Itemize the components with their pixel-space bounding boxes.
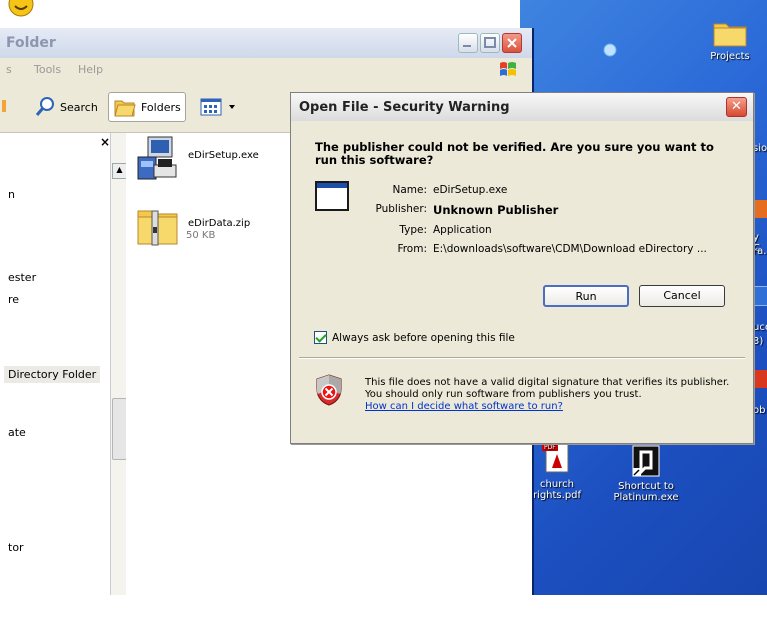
publisher-value: Unknown Publisher [433, 203, 559, 217]
file-item[interactable]: eDirData.zip 50 KB [136, 205, 252, 249]
dialog-separator [299, 357, 745, 359]
close-button[interactable] [502, 33, 522, 53]
info-label: From: [397, 243, 427, 255]
folder-tree-item[interactable]: tor [8, 541, 24, 554]
close-pane-button[interactable]: × [100, 135, 110, 149]
dialog-title: Open File - Security Warning [299, 100, 510, 115]
pdf-icon: PDF [542, 442, 569, 473]
menu-item-tools[interactable]: Tools [34, 63, 61, 76]
run-label: Run [575, 290, 597, 303]
application-icon [315, 181, 349, 211]
folders-icon [114, 100, 136, 117]
dialog-body: The publisher could not be verified. Are… [291, 121, 753, 357]
desktop-fragment: ra... [753, 246, 767, 257]
window-title: Folder [6, 35, 56, 51]
info-value: E:\downloads\software\CDM\Download eDire… [433, 243, 707, 255]
minimize-icon [463, 45, 471, 47]
platinum-app-icon [632, 445, 660, 477]
setup-exe-icon [137, 136, 177, 180]
dialog-question: The publisher could not be verified. Are… [315, 140, 714, 167]
security-shield-icon [316, 374, 342, 406]
desktop-icon-label: Shortcut to Platinum.exe [613, 481, 679, 503]
desktop-fragment: uce [753, 322, 767, 333]
folders-scrollbar[interactable]: ▲ [110, 133, 127, 595]
desktop-icon-platinum[interactable]: Shortcut to Platinum.exe [606, 444, 686, 503]
desktop-fragment: ob [753, 405, 766, 416]
folder-tree-item[interactable]: ester [8, 271, 36, 284]
file-name: eDirData.zip [188, 218, 251, 229]
maximize-icon [484, 37, 496, 48]
scroll-thumb[interactable] [112, 398, 127, 460]
close-icon: ✕ [731, 99, 742, 114]
menu-bar: s Tools Help [0, 58, 532, 83]
always-ask-label: Always ask before opening this file [332, 331, 515, 344]
folders-button[interactable]: Folders [108, 92, 186, 122]
close-icon [507, 38, 517, 48]
explorer-titlebar[interactable]: Folder [0, 28, 532, 58]
dialog-titlebar[interactable]: Open File - Security Warning ✕ [291, 93, 753, 122]
minimize-button[interactable] [458, 33, 478, 53]
menu-item-help[interactable]: Help [78, 63, 103, 76]
always-ask-row[interactable]: Always ask before opening this file [314, 331, 515, 344]
desktop-icon-label: Projects [710, 51, 750, 62]
folders-pane: × n ester re Directory Folder ate tor [0, 133, 111, 595]
cancel-label: Cancel [663, 289, 701, 302]
file-name: eDirSetup.exe [188, 150, 259, 161]
folders-label: Folders [141, 100, 181, 114]
toolbar-edge [2, 100, 6, 112]
info-value: eDirSetup.exe [433, 184, 508, 196]
cancel-button[interactable]: Cancel [639, 285, 725, 307]
svg-text:PDF: PDF [544, 444, 556, 451]
folder-tree-item[interactable]: re [8, 293, 19, 306]
search-button[interactable]: Search [30, 92, 102, 122]
run-button[interactable]: Run [543, 285, 629, 307]
info-label: Name: [392, 184, 427, 196]
always-ask-checkbox[interactable] [314, 331, 327, 344]
folder-tree-item[interactable]: n [8, 188, 15, 201]
zip-folder-icon [137, 210, 178, 246]
warning-text: This file does not have a valid digital … [365, 377, 730, 400]
folder-tree-item-selected[interactable]: Directory Folder [4, 366, 101, 383]
info-label: Publisher: [375, 203, 427, 215]
windows-logo-icon [500, 62, 516, 76]
views-button[interactable] [196, 92, 240, 122]
help-link[interactable]: How can I decide what software to run? [365, 401, 563, 412]
scroll-up-arrow[interactable]: ▲ [112, 163, 127, 179]
security-warning-dialog: Open File - Security Warning ✕ The publi… [290, 92, 754, 444]
search-label: Search [60, 100, 98, 114]
file-size: 50 KB [186, 230, 216, 241]
orb-icon [603, 43, 617, 57]
chevron-down-icon [229, 105, 235, 109]
desktop-icon-projects[interactable]: Projects [690, 18, 767, 62]
search-icon [35, 97, 54, 116]
dialog-close-button[interactable]: ✕ [726, 97, 747, 117]
desktop-fragment: sio [753, 143, 767, 154]
info-label: Type: [399, 224, 427, 236]
info-value: Application [433, 224, 492, 236]
maximize-button[interactable] [480, 33, 500, 53]
warning-message: This file does not have a valid digital … [365, 377, 735, 413]
folder-icon [713, 23, 747, 47]
folder-tree-item[interactable]: ate [8, 426, 26, 439]
file-item[interactable]: eDirSetup.exe [136, 135, 261, 183]
views-icon [200, 98, 222, 116]
smiley-icon [8, 0, 34, 17]
menu-item[interactable]: s [6, 63, 12, 76]
desktop-fragment: 3) [753, 336, 764, 347]
